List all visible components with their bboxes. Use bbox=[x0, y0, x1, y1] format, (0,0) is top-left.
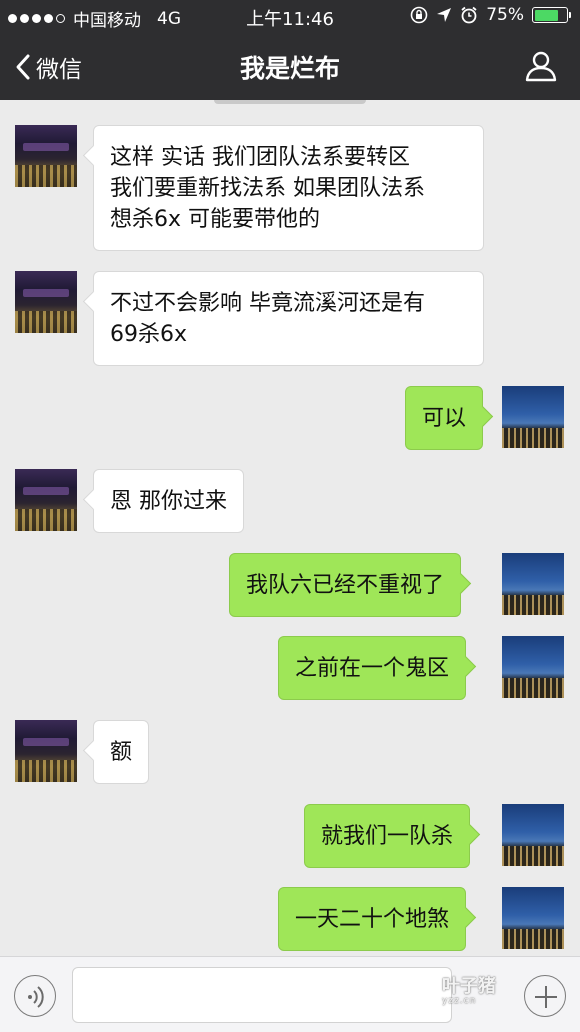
voice-button[interactable] bbox=[14, 975, 56, 1017]
self-avatar[interactable] bbox=[502, 804, 564, 866]
watermark-text: 叶子猪 bbox=[442, 976, 496, 997]
message-line: 恩 那你过来 bbox=[110, 489, 227, 514]
battery-icon bbox=[532, 7, 571, 23]
contact-avatar[interactable] bbox=[15, 271, 77, 333]
voice-icon bbox=[28, 986, 44, 1008]
person-icon bbox=[525, 51, 557, 82]
message-bubble-received[interactable]: 不过不会影响 毕竟流溪河还是有 69杀6x bbox=[93, 271, 484, 366]
nav-bar: 微信 我是烂布 bbox=[0, 32, 580, 100]
message-bubble-sent[interactable]: 就我们一队杀 bbox=[304, 804, 471, 868]
battery-level bbox=[534, 9, 558, 21]
plus-icon bbox=[535, 986, 557, 1008]
location-arrow-icon bbox=[437, 8, 452, 22]
battery-percent: 75% bbox=[486, 5, 524, 25]
watermark-logo: 叶子猪 yzz.cn bbox=[442, 972, 496, 1006]
self-avatar[interactable] bbox=[502, 386, 564, 448]
message-bubble-sent[interactable]: 可以 bbox=[405, 386, 484, 450]
self-avatar[interactable] bbox=[502, 636, 564, 698]
status-bar: 中国移动 4G 上午11:46 75% bbox=[0, 0, 580, 32]
message-line: 不过不会影响 毕竟流溪河还是有 bbox=[110, 291, 425, 316]
message-line: 69杀6x bbox=[110, 322, 188, 347]
message-line: 我们要重新找法系 如果团队法系 bbox=[110, 176, 425, 201]
message-bubble-sent[interactable]: 一天二十个地煞 bbox=[278, 887, 467, 951]
profile-button[interactable] bbox=[524, 49, 558, 83]
status-right: 75% bbox=[410, 5, 571, 25]
message-line: 一天二十个地煞 bbox=[295, 907, 450, 932]
message-line: 就我们一队杀 bbox=[321, 824, 454, 849]
message-line: 之前在一个鬼区 bbox=[295, 656, 450, 681]
message-line: 这样 实话 我们团队法系要转区 bbox=[110, 145, 410, 170]
more-button[interactable] bbox=[524, 975, 566, 1017]
contact-avatar[interactable] bbox=[15, 469, 77, 531]
message-bubble-received[interactable]: 这样 实话 我们团队法系要转区 我们要重新找法系 如果团队法系 想杀6x 可能要… bbox=[93, 125, 484, 251]
message-bubble-sent[interactable]: 我队六已经不重视了 bbox=[229, 553, 462, 617]
chat-title: 我是烂布 bbox=[239, 54, 340, 83]
message-line: 想杀6x 可能要带他的 bbox=[110, 207, 321, 232]
watermark-subtext: yzz.cn bbox=[442, 996, 477, 1006]
message-line: 额 bbox=[110, 740, 133, 765]
contact-avatar[interactable] bbox=[15, 720, 77, 782]
rotation-lock-icon bbox=[410, 6, 428, 24]
message-bubble-sent[interactable]: 之前在一个鬼区 bbox=[278, 636, 467, 700]
message-line: 我队六已经不重视了 bbox=[246, 573, 445, 598]
message-bubble-received[interactable]: 额 bbox=[93, 720, 150, 784]
message-line: 可以 bbox=[422, 406, 467, 431]
message-input[interactable] bbox=[72, 967, 452, 1023]
pull-down-tab bbox=[214, 100, 366, 104]
message-bubble-received[interactable]: 恩 那你过来 bbox=[93, 469, 244, 533]
self-avatar[interactable] bbox=[502, 887, 564, 949]
self-avatar[interactable] bbox=[502, 553, 564, 615]
alarm-clock-icon bbox=[461, 6, 477, 24]
contact-avatar[interactable] bbox=[15, 125, 77, 187]
